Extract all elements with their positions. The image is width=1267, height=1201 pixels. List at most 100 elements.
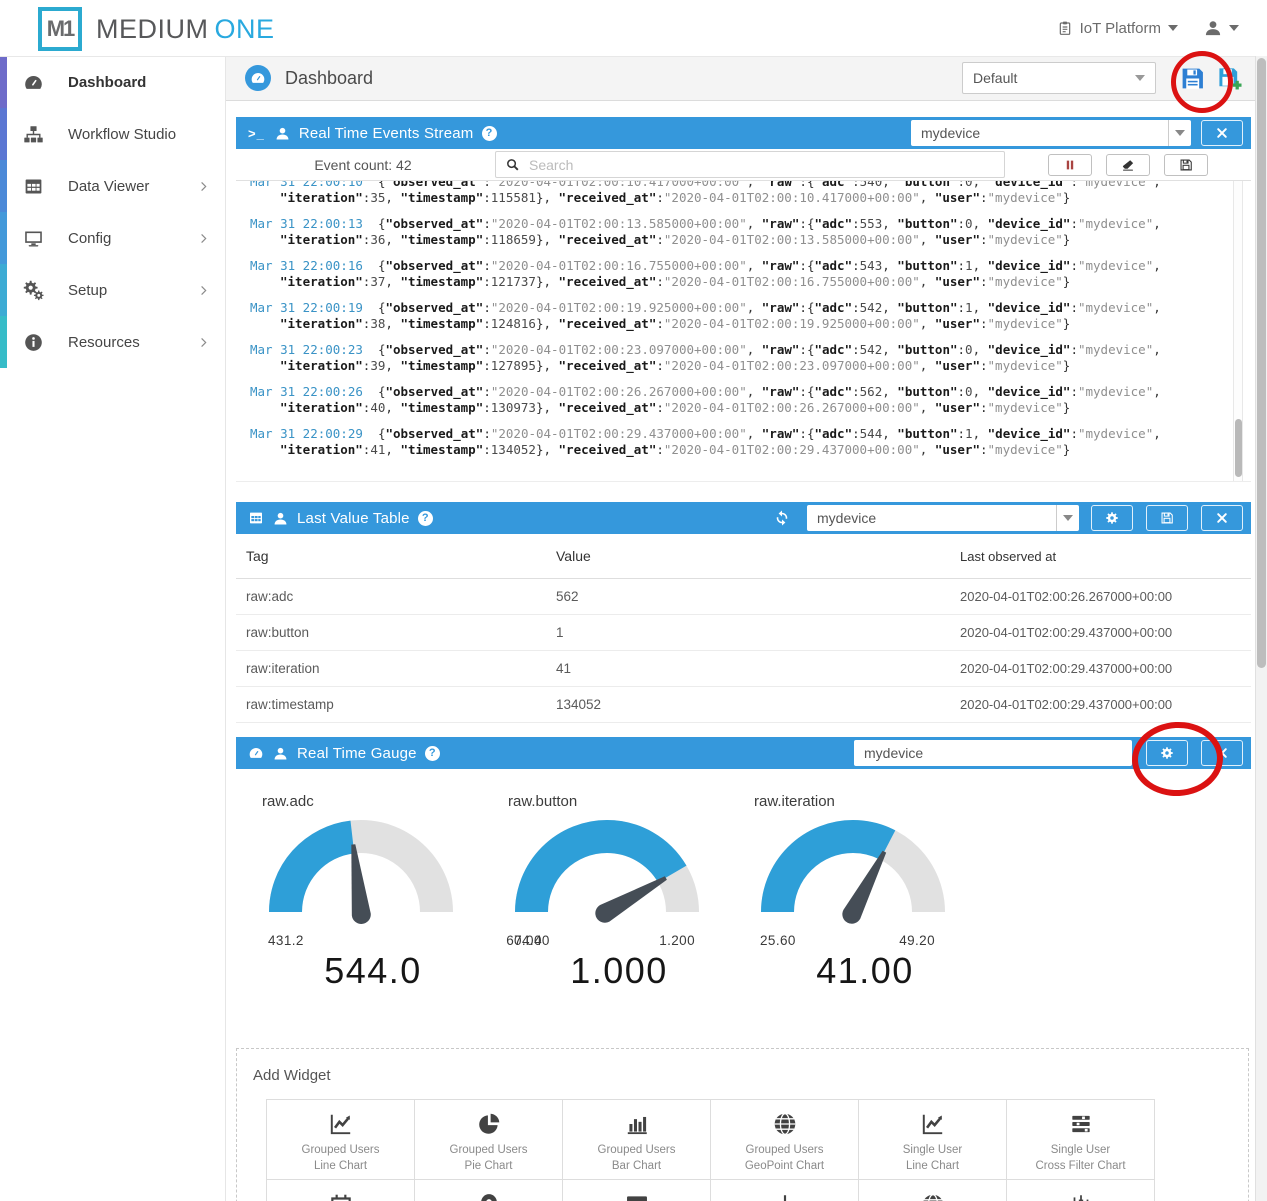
last-value-table-widget: Last Value Table ? mydevice TagValueLast…	[236, 502, 1251, 723]
app-header: M1 MEDIUMONE IoT Platform	[0, 0, 1267, 57]
add-widget-tile-partial[interactable]	[710, 1179, 859, 1201]
gauge-raw.button: raw.button0.0001.2001.000	[496, 793, 742, 992]
gauge-dial	[758, 815, 948, 927]
cell-last-observed: 2020-04-01T02:00:29.437000+00:00	[956, 697, 1251, 712]
log-entry: Mar 31 22:00:16 {"observed_at":"2020-04-…	[250, 258, 1215, 290]
add-widget-tile-grouped-users-bar-chart[interactable]: Grouped UsersBar Chart	[562, 1099, 711, 1180]
gauge-label: raw.button	[496, 793, 742, 810]
events-scrollbar-thumb[interactable]	[1235, 419, 1242, 477]
table-close-button[interactable]	[1201, 505, 1243, 531]
add-widget-tile-grouped-users-pie-chart[interactable]: Grouped UsersPie Chart	[414, 1099, 563, 1180]
page-scrollbar[interactable]	[1255, 56, 1267, 1201]
table-icon	[23, 176, 44, 197]
event-count: Event count: 42	[236, 157, 490, 173]
log-entry: Mar 31 22:00:26 {"observed_at":"2020-04-…	[250, 384, 1215, 416]
sidebar-accent-strip	[0, 108, 7, 160]
page-scrollbar-thumb[interactable]	[1257, 58, 1266, 668]
add-widget-tile-partial[interactable]	[1006, 1179, 1155, 1201]
thinline-icon	[772, 1192, 798, 1201]
events-scrollbar[interactable]	[1233, 181, 1243, 481]
gears-icon	[23, 280, 44, 301]
linechart-icon	[920, 1111, 946, 1137]
column-header: Tag	[236, 548, 546, 564]
table-save-button[interactable]	[1146, 505, 1188, 531]
help-icon[interactable]: ?	[425, 746, 440, 761]
table-settings-button[interactable]	[1091, 505, 1133, 531]
close-icon	[1215, 746, 1229, 760]
log-entry: Mar 31 22:00:23 {"observed_at":"2020-04-…	[250, 342, 1215, 374]
add-widget-tile-single-user-cross-filter-chart[interactable]: Single UserCross Filter Chart	[1006, 1099, 1155, 1180]
sidebar-item-dashboard[interactable]: Dashboard	[0, 56, 225, 108]
gauge-raw.adc: raw.adc431.2674.4544.0	[250, 793, 496, 992]
cell-tag: raw:iteration	[236, 661, 546, 676]
add-widget-tile-grouped-users-line-chart[interactable]: Grouped UsersLine Chart	[266, 1099, 415, 1180]
gauge-raw.iteration: raw.iteration25.6049.2041.00	[742, 793, 988, 992]
monitor-icon	[23, 228, 44, 249]
events-log-area: Mar 31 22:00:10 {"observed_at":"2020-04-…	[236, 181, 1251, 482]
save-stream-button[interactable]	[1164, 154, 1208, 176]
table-device-combobox[interactable]: mydevice	[807, 505, 1079, 531]
sidebar-accent-strip	[0, 212, 7, 264]
gauge-device-input[interactable]: mydevice	[854, 740, 1132, 766]
gear-icon	[1105, 511, 1119, 525]
logo-mark: M1	[47, 16, 74, 42]
chevron-down-icon	[1175, 130, 1185, 136]
add-widget-tile-grouped-users-geopoint-chart[interactable]: Grouped Users GeoPoint Chart	[710, 1099, 859, 1180]
linechart-icon	[328, 1111, 354, 1137]
clipboard-icon	[1057, 20, 1073, 36]
add-widget-tile-partial[interactable]	[562, 1179, 711, 1201]
chevron-down-icon	[1063, 515, 1073, 521]
help-icon[interactable]: ?	[482, 126, 497, 141]
sidebar-item-setup[interactable]: Setup	[0, 264, 225, 316]
gauge-close-button[interactable]	[1201, 740, 1243, 766]
cell-value: 134052	[546, 697, 956, 712]
piechart-icon	[476, 1111, 502, 1137]
sidebar-item-data-viewer[interactable]: Data Viewer	[0, 160, 225, 212]
tile-label-line1: Grouped Users	[302, 1144, 380, 1156]
gauge-icon	[23, 72, 44, 93]
log-entry: Mar 31 22:00:19 {"observed_at":"2020-04-…	[250, 300, 1215, 332]
tile-label-line1: Grouped Users	[746, 1144, 824, 1156]
cell-last-observed: 2020-04-01T02:00:29.437000+00:00	[956, 661, 1251, 676]
refresh-icon[interactable]	[773, 509, 791, 527]
clear-stream-button[interactable]	[1106, 154, 1150, 176]
gauge-value: 544.0	[278, 950, 468, 992]
save-dashboard-as-new-button[interactable]	[1217, 66, 1242, 91]
real-time-gauge-header: Real Time Gauge ? mydevice	[236, 737, 1251, 769]
tile-label-line1: Grouped Users	[450, 1144, 528, 1156]
user-icon	[273, 511, 288, 526]
add-widget-tile-single-user-line-chart[interactable]: Single UserLine Chart	[858, 1099, 1007, 1180]
tile-label-line2: GeoPoint Chart	[745, 1160, 824, 1172]
gauge-settings-button[interactable]	[1146, 740, 1188, 766]
crossfilter-icon	[1068, 1111, 1094, 1137]
events-device-combobox[interactable]: mydevice	[911, 120, 1191, 146]
cell-value: 562	[546, 589, 956, 604]
add-widget-tile-partial[interactable]	[414, 1179, 563, 1201]
sidebar-item-config[interactable]: Config	[0, 212, 225, 264]
sidebar-item-resources[interactable]: Resources	[0, 316, 225, 368]
cell-last-observed: 2020-04-01T02:00:29.437000+00:00	[956, 625, 1251, 640]
cell-tag: raw:button	[236, 625, 546, 640]
column-header: Value	[546, 548, 956, 564]
help-icon[interactable]: ?	[418, 511, 433, 526]
close-icon	[1215, 511, 1229, 525]
user-menu[interactable]	[1204, 19, 1239, 37]
page-toolbar: Dashboard Default	[225, 56, 1255, 101]
sidebar-accent-strip	[0, 160, 7, 212]
table-icon	[248, 510, 264, 526]
dashboard-select[interactable]: Default	[962, 62, 1156, 94]
search-input[interactable]	[527, 156, 1004, 174]
platform-menu[interactable]: IoT Platform	[1057, 20, 1178, 37]
dashboard-gauge-icon	[245, 65, 271, 91]
sidebar-item-label: Dashboard	[68, 74, 146, 91]
pause-stream-button[interactable]	[1048, 154, 1092, 176]
gauge-label: raw.iteration	[742, 793, 988, 810]
sidebar-item-workflow-studio[interactable]: Workflow Studio	[0, 108, 225, 160]
add-widget-grid: Grouped UsersLine ChartGrouped UsersPie …	[267, 1100, 1163, 1201]
add-widget-panel: Add Widget Grouped UsersLine ChartGroupe…	[236, 1048, 1249, 1201]
add-widget-tile-partial[interactable]	[858, 1179, 1007, 1201]
events-close-button[interactable]	[1201, 120, 1243, 146]
save-dashboard-button[interactable]	[1180, 66, 1205, 91]
gauge-label: raw.adc	[250, 793, 496, 810]
add-widget-tile-partial[interactable]	[266, 1179, 415, 1201]
